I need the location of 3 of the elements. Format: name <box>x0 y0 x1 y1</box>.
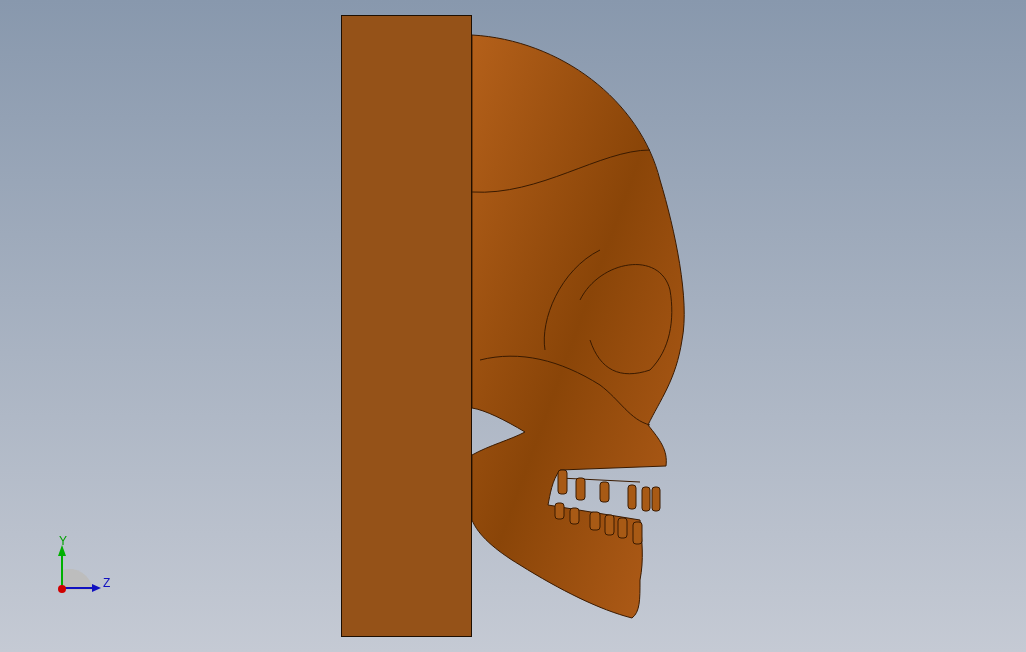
axis-label: Y <box>59 534 67 548</box>
axis-triad-drawing <box>58 545 101 593</box>
axis-label: Z <box>103 576 111 590</box>
